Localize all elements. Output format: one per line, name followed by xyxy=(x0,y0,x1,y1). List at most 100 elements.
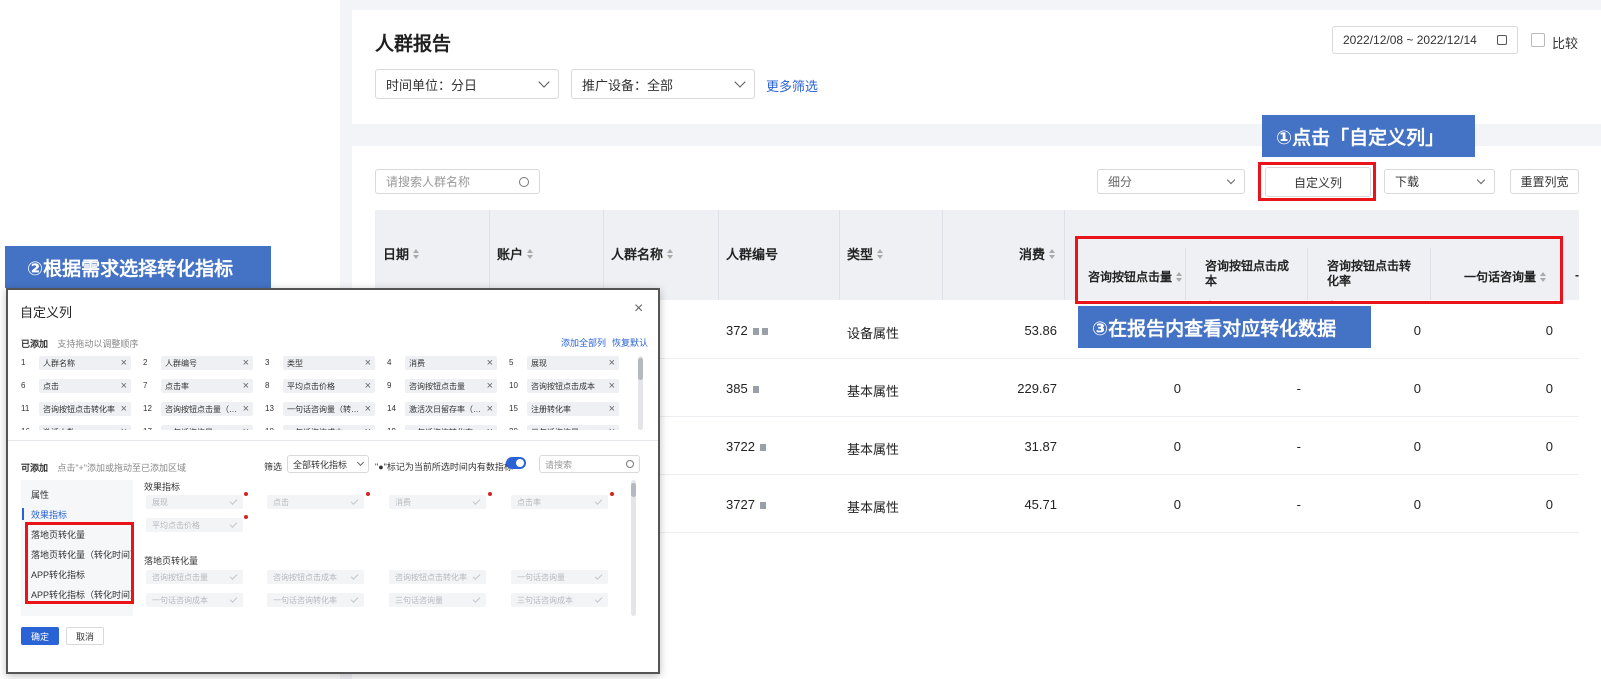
more-filters-link[interactable]: 更多筛选 xyxy=(766,76,818,95)
column-header-cost[interactable]: 消费 xyxy=(1019,244,1056,263)
sort-icon xyxy=(413,248,420,259)
ok-button[interactable]: 确定 xyxy=(21,627,59,645)
remove-icon[interactable]: × xyxy=(365,426,371,430)
column-header-account[interactable]: 账户 xyxy=(497,244,534,263)
chevron-down-icon xyxy=(1226,175,1236,185)
add-all-link[interactable]: 添加全部列 xyxy=(561,336,606,349)
remove-icon[interactable]: × xyxy=(243,380,249,392)
chevron-down-icon xyxy=(1476,175,1486,185)
download-select[interactable]: 下载 xyxy=(1384,169,1495,194)
added-column-chip[interactable]: 咨询按钮点击量 × xyxy=(405,379,497,393)
effect-item[interactable]: 点击率 xyxy=(511,495,608,509)
reset-width-button[interactable]: 重置列宽 xyxy=(1510,169,1579,194)
added-column-chip[interactable]: 激活人数 × xyxy=(39,425,131,430)
available-search-input[interactable]: 请搜索 xyxy=(539,455,640,473)
category-active-indicator xyxy=(22,508,24,520)
landing-item[interactable]: 一句话咨询成本 xyxy=(146,593,243,607)
remove-icon[interactable]: × xyxy=(487,357,493,369)
added-column-chip[interactable]: 咨询按钮点击量（转化...× xyxy=(161,402,253,416)
effect-item[interactable]: 点击 xyxy=(267,495,364,509)
added-item-index: 3 xyxy=(265,358,270,367)
remove-icon[interactable]: × xyxy=(487,403,493,415)
time-unit-select[interactable]: 时间单位：分日 xyxy=(375,69,559,99)
added-item-index: 4 xyxy=(387,358,392,367)
remove-icon[interactable]: × xyxy=(365,357,371,369)
added-item-index: 12 xyxy=(143,404,152,413)
added-scroll-thumb[interactable] xyxy=(638,358,643,380)
added-column-chip[interactable]: 平均点击价格 × xyxy=(283,379,375,393)
added-column-chip[interactable]: 点击 × xyxy=(39,379,131,393)
added-column-chip[interactable]: 三句话咨询量 × xyxy=(527,425,619,430)
close-icon[interactable]: × xyxy=(634,300,643,318)
effect-item[interactable]: 展现 xyxy=(146,495,243,509)
device-select[interactable]: 推广设备：全部 xyxy=(571,69,755,99)
added-column-chip[interactable]: 咨询按钮点击转化率 × xyxy=(39,402,131,416)
column-divider xyxy=(718,210,719,300)
remove-icon[interactable]: × xyxy=(609,357,615,369)
added-column-chip[interactable]: 展现 × xyxy=(527,356,619,370)
added-column-chip[interactable]: 人群名称 × xyxy=(39,356,131,370)
added-column-chip[interactable]: 一句话咨询量 × xyxy=(161,425,253,430)
landing-item[interactable]: 咨询按钮点击成本 xyxy=(267,570,364,584)
remove-icon[interactable]: × xyxy=(365,380,371,392)
compare-checkbox[interactable] xyxy=(1531,33,1545,47)
remove-icon[interactable]: × xyxy=(243,426,249,430)
table-row[interactable]: 3727 xyxy=(726,497,766,512)
remove-icon[interactable]: × xyxy=(121,380,127,392)
available-label: 可添加 xyxy=(21,463,49,473)
available-scrollbar[interactable] xyxy=(631,480,636,616)
added-item-index: 11 xyxy=(21,404,30,413)
date-range-picker[interactable]: 2022/12/08 ~ 2022/12/14 xyxy=(1332,26,1518,54)
landing-item[interactable]: 一句话咨询转化率 xyxy=(267,593,364,607)
added-column-label: 点击率 xyxy=(165,381,189,391)
added-item-index: 10 xyxy=(509,381,518,390)
added-column-chip[interactable]: 激活次日留存率（转化...× xyxy=(405,402,497,416)
table-row[interactable]: 372 xyxy=(726,323,768,338)
effect-item[interactable]: 平均点击价格 xyxy=(146,518,243,532)
table-row[interactable]: 3722 xyxy=(726,439,766,454)
added-column-chip[interactable]: 咨询按钮点击成本 × xyxy=(527,379,619,393)
remove-icon[interactable]: × xyxy=(243,357,249,369)
added-column-chip[interactable]: 点击率 × xyxy=(161,379,253,393)
added-column-chip[interactable]: 类型 × xyxy=(283,356,375,370)
effect-item[interactable]: 消费 xyxy=(389,495,486,509)
column-header-date[interactable]: 日期 xyxy=(383,244,420,263)
remove-icon[interactable]: × xyxy=(121,403,127,415)
landing-item[interactable]: 三句话咨询成本 xyxy=(511,593,608,607)
restore-default-link[interactable]: 恢复默认 xyxy=(612,336,648,349)
remove-icon[interactable]: × xyxy=(121,357,127,369)
category-item[interactable]: 属性 xyxy=(31,488,49,501)
filter-select[interactable]: 全部转化指标 xyxy=(287,455,369,473)
calendar-icon xyxy=(1497,35,1507,45)
remove-icon[interactable]: × xyxy=(121,426,127,430)
table-row[interactable]: 385 xyxy=(726,381,759,396)
remove-icon[interactable]: × xyxy=(243,403,249,415)
remove-icon[interactable]: × xyxy=(365,403,371,415)
crowd-search-input[interactable]: 请搜索人群名称 xyxy=(375,169,540,194)
added-column-chip[interactable]: 人群编号 × xyxy=(161,356,253,370)
landing-item[interactable]: 三句话咨询量 xyxy=(389,593,486,607)
added-column-chip[interactable]: 一句话咨询量（转化时...× xyxy=(283,402,375,416)
added-item-index: 16 xyxy=(21,427,35,430)
remove-icon[interactable]: × xyxy=(609,380,615,392)
added-column-chip[interactable]: 消费 × xyxy=(405,356,497,370)
column-header-more: - xyxy=(1575,268,1579,282)
remove-icon[interactable]: × xyxy=(487,380,493,392)
column-header-type[interactable]: 类型 xyxy=(847,244,884,263)
breakdown-select[interactable]: 细分 xyxy=(1097,169,1245,194)
remove-icon[interactable]: × xyxy=(609,403,615,415)
remove-icon[interactable]: × xyxy=(609,426,615,430)
cancel-button[interactable]: 取消 xyxy=(66,627,104,645)
landing-item[interactable]: 咨询按钮点击转化率 xyxy=(389,570,486,584)
added-column-chip[interactable]: 一句话咨询转化率 × xyxy=(405,425,497,430)
added-column-chip[interactable]: 注册转化率 × xyxy=(527,402,619,416)
category-item-active[interactable]: 效果指标 xyxy=(31,508,67,521)
marker-toggle[interactable] xyxy=(506,457,526,469)
remove-icon[interactable]: × xyxy=(487,426,493,430)
column-header-crowd-name[interactable]: 人群名称 xyxy=(611,244,674,263)
landing-item[interactable]: 咨询按钮点击量 xyxy=(146,570,243,584)
available-scroll-thumb[interactable] xyxy=(631,483,636,497)
landing-item[interactable]: 一句话咨询量 xyxy=(511,570,608,584)
added-column-label: 激活次日留存率（转化... xyxy=(409,404,487,414)
added-column-chip[interactable]: 一句话咨询成本 × xyxy=(283,425,375,430)
